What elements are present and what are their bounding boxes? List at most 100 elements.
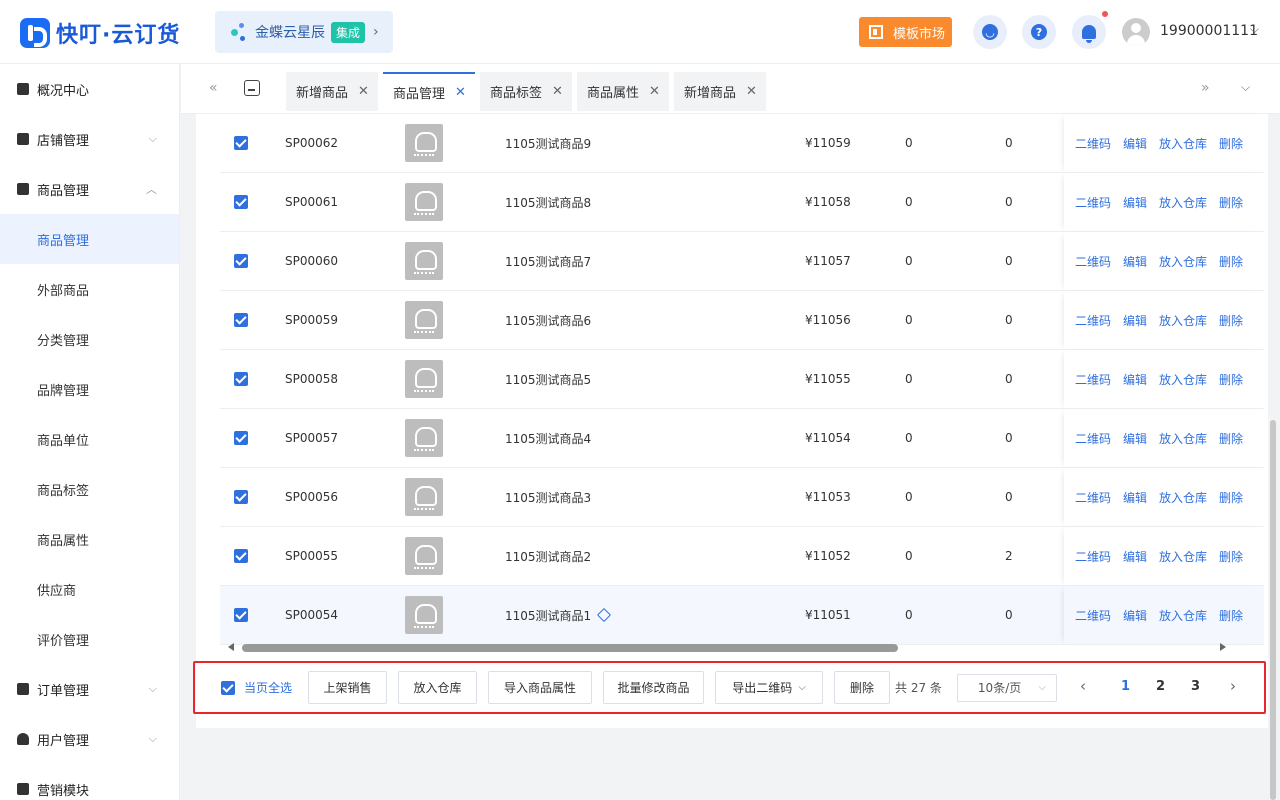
home-icon[interactable] <box>244 80 260 96</box>
sidebar-item-brand[interactable]: 品牌管理 <box>0 364 179 414</box>
tab-goods-tags[interactable]: 商品标签 ✕ <box>480 72 572 111</box>
row-checkbox[interactable] <box>234 313 248 327</box>
import-attributes-button[interactable]: 导入商品属性 <box>488 671 593 704</box>
tab-new-goods-2[interactable]: 新增商品 ✕ <box>674 72 766 111</box>
table-row[interactable]: SP00057 1105测试商品4 ¥11054 0 0 二维码 编辑 放入仓库 删除 <box>220 409 1264 468</box>
help-button[interactable]: ? <box>1022 15 1056 49</box>
table-row[interactable]: SP00058 1105测试商品5 ¥11055 0 0 二维码 编辑 放入仓库 删除 <box>220 350 1264 409</box>
scrollbar-thumb[interactable] <box>242 644 898 652</box>
qr-code-link[interactable]: 二维码 <box>1075 548 1111 565</box>
template-market-button[interactable]: 模板市场 <box>859 17 952 47</box>
put-in-warehouse-link[interactable]: 放入仓库 <box>1159 489 1207 506</box>
sidebar-group-overview[interactable]: 概况中心 <box>0 64 179 114</box>
select-all-checkbox[interactable] <box>221 680 235 695</box>
scroll-tabs-left-icon[interactable]: « <box>209 80 218 96</box>
list-for-sale-button[interactable]: 上架销售 <box>308 671 388 704</box>
qr-code-link[interactable]: 二维码 <box>1075 430 1111 447</box>
table-row[interactable]: SP00059 1105测试商品6 ¥11056 0 0 二维码 编辑 放入仓库 删除 <box>220 291 1264 350</box>
kingdee-integration-button[interactable]: 金蝶云星辰 集成 › <box>215 11 393 53</box>
delete-link[interactable]: 删除 <box>1219 371 1243 388</box>
close-icon[interactable]: ✕ <box>746 84 757 99</box>
page-size-select[interactable]: 10条/页 ⌵ <box>956 673 1057 702</box>
user-avatar[interactable] <box>1122 18 1150 46</box>
put-in-warehouse-link[interactable]: 放入仓库 <box>1159 253 1207 270</box>
put-in-warehouse-link[interactable]: 放入仓库 <box>1159 371 1207 388</box>
sidebar-item-unit[interactable]: 商品单位 <box>0 414 179 464</box>
sidebar-item-attributes[interactable]: 商品属性 <box>0 514 179 564</box>
delete-link[interactable]: 删除 <box>1219 489 1243 506</box>
edit-link[interactable]: 编辑 <box>1123 607 1147 624</box>
table-row[interactable]: SP00056 1105测试商品3 ¥11053 0 0 二维码 编辑 放入仓库 删除 <box>220 468 1264 527</box>
edit-link[interactable]: 编辑 <box>1123 253 1147 270</box>
vertical-scrollbar[interactable] <box>1270 420 1276 800</box>
tab-goods-management[interactable]: 商品管理 ✕ <box>383 72 475 111</box>
row-checkbox[interactable] <box>234 490 248 504</box>
select-all-label[interactable]: 当页全选 <box>244 679 292 696</box>
sidebar-item-category[interactable]: 分类管理 <box>0 314 179 364</box>
table-row[interactable]: SP00062 1105测试商品9 ¥11059 0 0 二维码 编辑 放入仓库 删除 <box>220 114 1264 173</box>
put-in-warehouse-link[interactable]: 放入仓库 <box>1159 548 1207 565</box>
delete-link[interactable]: 删除 <box>1219 194 1243 211</box>
table-row[interactable]: SP00055 1105测试商品2 ¥11052 0 2 二维码 编辑 放入仓库 删除 <box>220 527 1264 586</box>
chevron-down-icon[interactable]: ⌵ <box>1250 22 1259 37</box>
scroll-right-icon[interactable] <box>1220 643 1226 651</box>
batch-edit-button[interactable]: 批量修改商品 <box>603 671 705 704</box>
export-qr-dropdown[interactable]: 导出二维码 ⌵ <box>715 671 824 704</box>
notifications-button[interactable] <box>1072 15 1106 49</box>
qr-code-link[interactable]: 二维码 <box>1075 135 1111 152</box>
close-icon[interactable]: ✕ <box>358 84 369 99</box>
batch-delete-button[interactable]: 删除 <box>834 671 891 704</box>
prev-page-icon[interactable]: ‹ <box>1080 677 1086 695</box>
table-row[interactable]: SP00061 1105测试商品8 ¥11058 0 0 二维码 编辑 放入仓库 删除 <box>220 173 1264 232</box>
edit-link[interactable]: 编辑 <box>1123 548 1147 565</box>
next-page-icon[interactable]: › <box>1230 677 1236 695</box>
chevron-down-icon[interactable]: ⌵ <box>1241 80 1250 95</box>
edit-link[interactable]: 编辑 <box>1123 371 1147 388</box>
scroll-tabs-right-icon[interactable]: » <box>1201 80 1210 96</box>
table-row[interactable]: SP00054 1105测试商品1 ¥11051 0 0 二维码 编辑 放入仓库 删除 <box>220 586 1264 645</box>
sidebar-group-orders[interactable]: 订单管理 ⌵ <box>0 664 179 714</box>
row-checkbox[interactable] <box>234 372 248 386</box>
sidebar-group-users[interactable]: 用户管理 ⌵ <box>0 714 179 764</box>
edit-link[interactable]: 编辑 <box>1123 135 1147 152</box>
customer-service-button[interactable]: ◡ <box>973 15 1007 49</box>
qr-code-link[interactable]: 二维码 <box>1075 194 1111 211</box>
delete-link[interactable]: 删除 <box>1219 312 1243 329</box>
row-checkbox[interactable] <box>234 254 248 268</box>
sidebar-group-goods[interactable]: 商品管理 ︿ <box>0 164 179 214</box>
qr-code-link[interactable]: 二维码 <box>1075 312 1111 329</box>
horizontal-scrollbar[interactable] <box>220 640 1240 654</box>
page-2-button[interactable]: 2 <box>1156 679 1165 694</box>
scroll-left-icon[interactable] <box>228 643 234 651</box>
table-row[interactable]: SP00060 1105测试商品7 ¥11057 0 0 二维码 编辑 放入仓库 删除 <box>220 232 1264 291</box>
delete-link[interactable]: 删除 <box>1219 548 1243 565</box>
row-checkbox[interactable] <box>234 136 248 150</box>
delete-link[interactable]: 删除 <box>1219 135 1243 152</box>
close-icon[interactable]: ✕ <box>552 84 563 99</box>
row-checkbox[interactable] <box>234 431 248 445</box>
put-in-warehouse-link[interactable]: 放入仓库 <box>1159 607 1207 624</box>
page-1-button[interactable]: 1 <box>1121 679 1130 694</box>
tab-goods-attributes[interactable]: 商品属性 ✕ <box>577 72 669 111</box>
brand-logo[interactable]: 快叮·云订货 <box>20 17 180 49</box>
close-icon[interactable]: ✕ <box>649 84 660 99</box>
page-3-button[interactable]: 3 <box>1191 679 1200 694</box>
qr-code-link[interactable]: 二维码 <box>1075 607 1111 624</box>
sidebar-item-supplier[interactable]: 供应商 <box>0 564 179 614</box>
delete-link[interactable]: 删除 <box>1219 253 1243 270</box>
row-checkbox[interactable] <box>234 195 248 209</box>
edit-link[interactable]: 编辑 <box>1123 489 1147 506</box>
tab-new-goods-1[interactable]: 新增商品 ✕ <box>286 72 378 111</box>
sidebar-item-tags[interactable]: 商品标签 <box>0 464 179 514</box>
delete-link[interactable]: 删除 <box>1219 430 1243 447</box>
row-checkbox[interactable] <box>234 549 248 563</box>
sidebar-item-goods-management[interactable]: 商品管理 <box>0 214 179 264</box>
sidebar-group-store[interactable]: 店铺管理 ⌵ <box>0 114 179 164</box>
qr-code-link[interactable]: 二维码 <box>1075 489 1111 506</box>
row-checkbox[interactable] <box>234 608 248 622</box>
edit-link[interactable]: 编辑 <box>1123 430 1147 447</box>
sidebar-item-reviews[interactable]: 评价管理 <box>0 614 179 664</box>
put-in-warehouse-link[interactable]: 放入仓库 <box>1159 194 1207 211</box>
put-in-warehouse-link[interactable]: 放入仓库 <box>1159 430 1207 447</box>
username[interactable]: 19900001111 <box>1160 23 1258 39</box>
